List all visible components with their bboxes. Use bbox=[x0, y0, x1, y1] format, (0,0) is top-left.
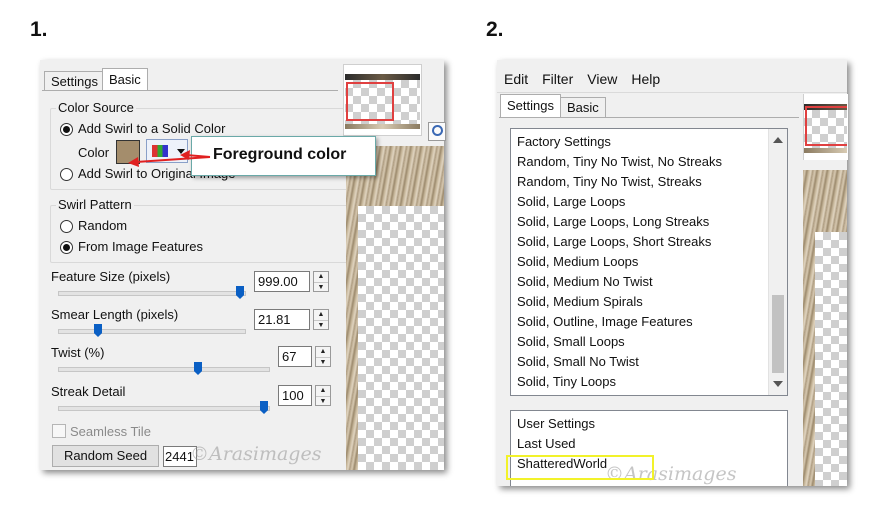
streak-detail-input[interactable]: 100 bbox=[278, 385, 312, 406]
scroll-up-icon[interactable] bbox=[773, 137, 783, 143]
tab-basic[interactable]: Basic bbox=[102, 68, 148, 91]
solid-color-radio[interactable] bbox=[60, 123, 73, 136]
spin-up-icon[interactable]: ▲ bbox=[314, 310, 328, 320]
image-features-label: From Image Features bbox=[78, 239, 203, 254]
smear-length-slider[interactable] bbox=[58, 329, 246, 334]
color-label: Color bbox=[78, 145, 110, 160]
tab-divider-2 bbox=[499, 117, 799, 118]
swirl-pattern-group bbox=[50, 205, 363, 263]
streak-detail-thumb[interactable] bbox=[260, 401, 268, 414]
list-item[interactable]: Solid, Medium Spirals bbox=[511, 292, 787, 312]
list-item[interactable]: Last Used bbox=[511, 434, 787, 454]
spin-down-icon[interactable]: ▼ bbox=[314, 319, 328, 331]
list-item[interactable]: Solid, Tiny Loops bbox=[511, 372, 787, 392]
solid-color-label: Add Swirl to a Solid Color bbox=[78, 121, 226, 136]
zoom-tool-icon[interactable] bbox=[428, 122, 446, 141]
color-source-title: Color Source bbox=[56, 100, 136, 115]
feature-size-label: Feature Size (pixels) bbox=[51, 269, 171, 284]
scroll-thumb[interactable] bbox=[772, 295, 784, 373]
twist-slider[interactable] bbox=[58, 367, 270, 372]
streak-detail-spinner[interactable]: ▲ ▼ bbox=[315, 385, 331, 406]
tab-settings[interactable]: Settings bbox=[44, 71, 105, 91]
panel-basic-settings: Settings Basic Color Source Add Swirl to… bbox=[40, 60, 446, 470]
menu-divider bbox=[497, 92, 847, 93]
highlight-box bbox=[506, 455, 654, 480]
menu-help[interactable]: Help bbox=[631, 71, 660, 87]
feature-size-spinner[interactable]: ▲ ▼ bbox=[313, 271, 329, 292]
random-label: Random bbox=[78, 218, 128, 233]
spin-down-icon[interactable]: ▼ bbox=[314, 281, 328, 293]
factory-settings-list[interactable]: Factory Settings Random, Tiny No Twist, … bbox=[510, 128, 788, 396]
list-item[interactable]: Solid, Large Loops, Short Streaks bbox=[511, 232, 787, 252]
navigator-viewport-frame[interactable] bbox=[346, 82, 394, 121]
list-item[interactable]: Solid, Large Loops, Long Streaks bbox=[511, 212, 787, 232]
list-item[interactable]: Random, Tiny No Twist, Streaks bbox=[511, 172, 787, 192]
feature-size-thumb[interactable] bbox=[236, 286, 244, 299]
spin-down-icon[interactable]: ▼ bbox=[316, 356, 330, 368]
factory-scrollbar[interactable] bbox=[768, 129, 787, 395]
spin-up-icon[interactable]: ▲ bbox=[314, 272, 328, 282]
preview-transparent-area-2 bbox=[815, 232, 847, 486]
navigator-bottom-strip bbox=[345, 124, 420, 129]
step-1-label: 1. bbox=[30, 18, 48, 41]
list-item[interactable]: Random, Tiny No Twist, No Streaks bbox=[511, 152, 787, 172]
step-2-label: 2. bbox=[486, 18, 504, 41]
twist-spinner[interactable]: ▲ ▼ bbox=[315, 346, 331, 367]
navigator-top-strip bbox=[345, 74, 420, 80]
random-seed-button[interactable]: Random Seed bbox=[52, 445, 159, 467]
menu-bar: Edit Filter View Help bbox=[504, 71, 674, 87]
preview-transparent-area bbox=[358, 206, 444, 470]
factory-settings-header: Factory Settings bbox=[517, 134, 611, 149]
tab-settings-2[interactable]: Settings bbox=[500, 94, 561, 117]
panel-settings-presets: Edit Filter View Help Settings Basic Factor… bbox=[497, 60, 848, 486]
navigator-bottom-strip-2 bbox=[804, 148, 847, 153]
list-item[interactable]: Solid, Small No Twist bbox=[511, 352, 787, 372]
scroll-down-icon[interactable] bbox=[773, 381, 783, 387]
spin-down-icon[interactable]: ▼ bbox=[316, 395, 330, 407]
menu-edit[interactable]: Edit bbox=[504, 71, 528, 87]
twist-label: Twist (%) bbox=[51, 345, 105, 360]
tab-divider bbox=[42, 90, 338, 91]
list-item[interactable]: Solid, Small Loops bbox=[511, 332, 787, 352]
smear-length-thumb[interactable] bbox=[94, 324, 102, 337]
tab-basic-2[interactable]: Basic bbox=[560, 97, 606, 117]
callout-text: Foreground color bbox=[213, 146, 347, 163]
feature-size-slider[interactable] bbox=[58, 291, 246, 296]
twist-input[interactable]: 67 bbox=[278, 346, 312, 367]
seamless-tile-checkbox[interactable] bbox=[52, 424, 66, 438]
list-item[interactable]: Solid, Medium No Twist bbox=[511, 272, 787, 292]
twist-thumb[interactable] bbox=[194, 362, 202, 375]
smear-length-spinner[interactable]: ▲ ▼ bbox=[313, 309, 329, 330]
random-radio[interactable] bbox=[60, 220, 73, 233]
feature-size-input[interactable]: 999.00 bbox=[254, 271, 310, 292]
image-features-radio[interactable] bbox=[60, 241, 73, 254]
swirl-pattern-title: Swirl Pattern bbox=[56, 197, 134, 212]
spin-up-icon[interactable]: ▲ bbox=[316, 347, 330, 357]
streak-detail-label: Streak Detail bbox=[51, 384, 126, 399]
menu-view[interactable]: View bbox=[587, 71, 617, 87]
streak-detail-slider[interactable] bbox=[58, 406, 270, 411]
watermark-1: ©Arasimages bbox=[190, 443, 322, 465]
user-settings-header: User Settings bbox=[517, 416, 596, 431]
original-image-radio[interactable] bbox=[60, 168, 73, 181]
list-item[interactable]: Solid, Outline, Image Features bbox=[511, 312, 787, 332]
callout-arrows bbox=[128, 150, 211, 167]
list-item[interactable]: Solid, Large Loops bbox=[511, 192, 787, 212]
menu-filter[interactable]: Filter bbox=[542, 71, 573, 87]
list-item[interactable]: Solid, Medium Loops bbox=[511, 252, 787, 272]
smear-length-input[interactable]: 21.81 bbox=[254, 309, 310, 330]
navigator-viewport-frame-2[interactable] bbox=[805, 106, 847, 146]
spin-up-icon[interactable]: ▲ bbox=[316, 386, 330, 396]
smear-length-label: Smear Length (pixels) bbox=[51, 307, 179, 322]
seamless-tile-label: Seamless Tile bbox=[70, 424, 151, 439]
